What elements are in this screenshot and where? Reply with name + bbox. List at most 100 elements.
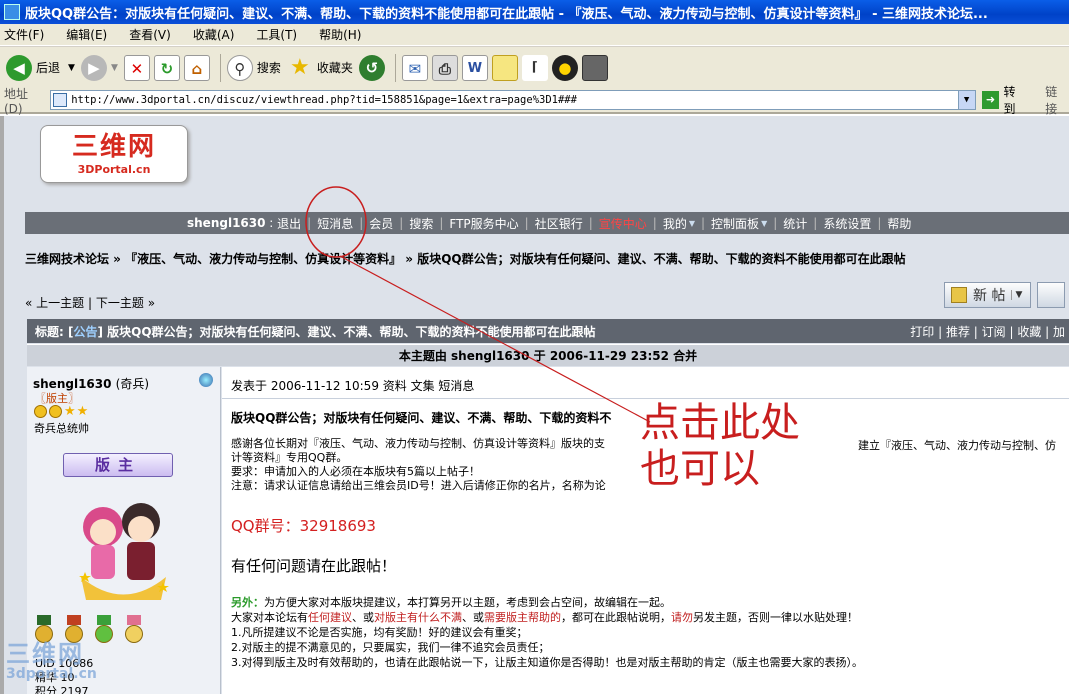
mail-icon[interactable]: ✉: [401, 54, 428, 81]
home-icon[interactable]: ⌂: [183, 54, 210, 81]
browser-toolbar: ◀ 后退 ▼ ▶ ▼ ✕ ↻ ⌂ ⚲ 搜索 ★ 收藏夹 ↺ ✉ ⎙ W ⌈ ●: [0, 46, 1069, 88]
discuss-icon[interactable]: [491, 54, 518, 81]
research-icon[interactable]: ⌈: [521, 54, 548, 81]
ie-app-icon: [4, 4, 20, 20]
stop-icon[interactable]: ✕: [123, 54, 150, 81]
post-body-line: 感谢各位长期对『液压、气动、液力传动与控制、仿真设计等资料』版块的支: [231, 437, 605, 450]
address-input[interactable]: http://www.3dportal.cn/discuz/viewthread…: [50, 90, 976, 110]
title-prefix: 标题: [: [35, 324, 74, 339]
reply-button[interactable]: [1037, 282, 1065, 308]
toolbar-separator: [394, 53, 396, 82]
author-points: 积分 2197: [35, 685, 89, 694]
nav-username[interactable]: shengl1630: [187, 216, 265, 230]
breadcrumb[interactable]: 三维网技术论坛 » 『液压、气动、液力传动与控制、仿真设计等资料』 » 版块QQ…: [25, 250, 906, 267]
nav-logout[interactable]: 退出: [277, 215, 301, 232]
word-edit-icon[interactable]: W: [461, 54, 488, 81]
nav-messages[interactable]: 短消息: [317, 215, 353, 232]
menu-tools[interactable]: 工具(T): [256, 26, 297, 43]
print-icon[interactable]: ⎙: [431, 54, 458, 81]
annotation-note: 点击此处 也可以: [640, 400, 800, 492]
nav-members[interactable]: 会员: [369, 215, 393, 232]
nav-bank[interactable]: 社区银行: [535, 215, 583, 232]
nav-control-panel[interactable]: 控制面板: [711, 215, 759, 232]
author-username[interactable]: shengl1630: [33, 377, 111, 391]
author-rank: 奇兵总统帅: [34, 422, 89, 435]
extra-line: 1.凡所提建议不论是否实施，均有奖励！好的建议会有重奖；: [231, 626, 528, 639]
post-meta[interactable]: 发表于 2006-11-12 10:59 资料 文集 短消息: [231, 377, 474, 394]
go-arrow-icon: ➜: [981, 91, 1000, 109]
extra-highlight: 对版主有什么不满: [374, 611, 462, 624]
back-button[interactable]: ◀ 后退 ▼: [6, 54, 75, 81]
favorites-label: 收藏夹: [316, 61, 353, 75]
next-thread-link[interactable]: 下一主题 »: [96, 296, 155, 310]
post-body-line: 计等资料』专用QQ群。: [231, 451, 348, 464]
nav-colon: :: [265, 216, 278, 230]
menu-edit[interactable]: 编辑(E): [66, 26, 107, 43]
forum-page: 三维网 3DPortal.cn shengl1630 : 退出 | 短消息 | …: [0, 116, 1069, 694]
forward-dropdown-icon[interactable]: ▼: [111, 63, 118, 73]
address-dropdown-icon[interactable]: ▼: [957, 91, 975, 109]
nav-panel-dropdown-icon[interactable]: ▼: [761, 219, 767, 228]
new-thread-button[interactable]: 新 帖 ▼: [944, 282, 1031, 308]
menu-view[interactable]: 查看(V): [129, 26, 171, 43]
site-watermark: 三维网 3dportal.cn: [6, 641, 97, 681]
thread-header: 标题: [ 公告 ] 版块QQ群公告；对版块有任何疑问、建议、不满、帮助、下载的…: [27, 319, 1069, 343]
author-avatar[interactable]: [71, 482, 176, 607]
new-post-icon: [951, 287, 967, 303]
favorites-button[interactable]: ★ 收藏夹: [287, 55, 353, 81]
nav-divider: |: [439, 216, 444, 230]
menu-help[interactable]: 帮助(H): [319, 26, 361, 43]
extra-line: 3.对得到版主及时有效帮助的，也请在此跟帖说一下，让版主知道你是否得助！也是对版…: [231, 656, 863, 669]
search-icon: ⚲: [226, 54, 253, 81]
post-extra: 另外：为方便大家对本版块提建议，本打算另开以主题，考虑到会占空间，故编辑在一起。…: [231, 595, 863, 670]
post-body-line: 要求：申请加入的人必须在本版块有5篇以上帖子！: [231, 465, 480, 478]
extra-text: 、或: [462, 611, 484, 624]
thread-pager: « 上一主题 | 下一主题 »: [25, 294, 155, 311]
refresh-icon[interactable]: ↻: [153, 54, 180, 81]
page-icon: [53, 93, 68, 107]
new-thread-dropdown-icon[interactable]: ▼: [1011, 290, 1022, 300]
nav-search[interactable]: 搜索: [409, 215, 433, 232]
moderator-badge: 版主: [63, 453, 173, 477]
nav-promotion[interactable]: 宣传中心: [599, 215, 647, 232]
watermark-en: 3dportal.cn: [6, 666, 97, 682]
nav-divider: |: [701, 216, 706, 230]
nav-divider: |: [524, 216, 529, 230]
nav-stats[interactable]: 统计: [783, 215, 807, 232]
qq-penguin-icon[interactable]: ●: [551, 54, 578, 81]
sun-icon: [34, 405, 47, 418]
medal-icon: [95, 615, 113, 645]
title-tag[interactable]: 公告: [73, 323, 97, 340]
thread-tools[interactable]: 打印 | 推荐 | 订阅 | 收藏 | 加: [910, 323, 1065, 340]
history-icon[interactable]: ↺: [358, 54, 385, 81]
back-label: 后退: [36, 61, 61, 75]
online-status-icon: [199, 373, 213, 387]
search-button[interactable]: ⚲ 搜索: [226, 54, 281, 81]
pager-divider: |: [88, 296, 93, 310]
nav-help[interactable]: 帮助: [887, 215, 911, 232]
window-titlebar: 版块QQ群公告：对版块有任何疑问、建议、不满、帮助、下载的资料不能使用都可在此跟…: [0, 0, 1069, 24]
back-dropdown-icon[interactable]: ▼: [68, 63, 75, 73]
nav-divider: |: [877, 216, 882, 230]
merge-notice: 本主题由 shengl1630 于 2006-11-29 23:52 合并: [27, 344, 1069, 366]
sun-icon: [49, 405, 62, 418]
menu-file[interactable]: 文件(F): [4, 26, 44, 43]
site-logo[interactable]: 三维网 3DPortal.cn: [40, 125, 188, 183]
nav-settings[interactable]: 系统设置: [823, 215, 871, 232]
extra-highlight: 任何建议: [308, 611, 352, 624]
post-buttons: 新 帖 ▼: [944, 282, 1065, 308]
nav-mine[interactable]: 我的: [663, 215, 687, 232]
go-button[interactable]: ➜ 转到: [981, 83, 1028, 117]
forum-nav: shengl1630 : 退出 | 短消息 | 会员 | 搜索 | FTP服务中…: [25, 212, 1069, 234]
address-label: 地址(D): [4, 86, 29, 116]
links-label[interactable]: 链接: [1045, 83, 1069, 117]
favorites-star-icon: ★: [290, 54, 310, 80]
menu-favorites[interactable]: 收藏(A): [193, 26, 235, 43]
forward-button[interactable]: ▶ ▼: [80, 54, 118, 81]
nav-ftp[interactable]: FTP服务中心: [449, 215, 518, 232]
prev-thread-link[interactable]: « 上一主题: [25, 296, 84, 310]
nav-mine-dropdown-icon[interactable]: ▼: [689, 219, 695, 228]
messenger-icon[interactable]: [581, 54, 608, 81]
address-url: http://www.3dportal.cn/discuz/viewthread…: [71, 94, 577, 106]
post-ask: 有任何问题请在此跟帖！: [231, 557, 397, 575]
